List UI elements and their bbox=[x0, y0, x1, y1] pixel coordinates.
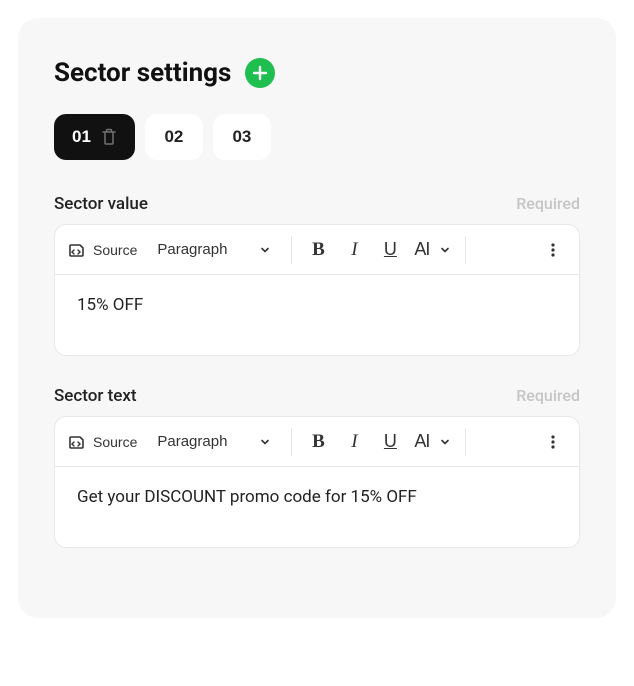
field-header: Sector value Required bbox=[54, 194, 580, 214]
bold-button[interactable]: B bbox=[300, 424, 336, 460]
bold-button[interactable]: B bbox=[300, 232, 336, 268]
sector-value-field: Sector value Required Source Paragraph bbox=[54, 194, 580, 356]
paragraph-label: Paragraph bbox=[157, 433, 227, 450]
font-button[interactable]: AI bbox=[408, 232, 457, 268]
source-icon bbox=[67, 240, 87, 260]
font-label: AI bbox=[414, 239, 429, 260]
editor-toolbar: Source Paragraph B I U AI bbox=[55, 225, 579, 275]
sector-tab-02[interactable]: 02 bbox=[145, 114, 203, 160]
chevron-down-icon bbox=[259, 436, 271, 448]
sector-text-editor: Source Paragraph B I U AI bbox=[54, 416, 580, 548]
tab-label: 03 bbox=[232, 127, 251, 147]
font-label: AI bbox=[414, 431, 429, 452]
chevron-down-icon bbox=[439, 436, 451, 448]
required-badge: Required bbox=[516, 194, 580, 213]
chevron-down-icon bbox=[439, 244, 451, 256]
paragraph-dropdown[interactable]: Paragraph bbox=[145, 232, 283, 268]
more-button[interactable] bbox=[535, 424, 571, 460]
sector-tabs: 01 02 03 bbox=[54, 114, 580, 160]
trash-icon[interactable] bbox=[101, 128, 117, 146]
sector-settings-panel: Sector settings 01 02 03 Sector value Re… bbox=[18, 18, 616, 618]
sector-text-field: Sector text Required Source Paragraph bbox=[54, 386, 580, 548]
sector-text-input[interactable]: Get your DISCOUNT promo code for 15% OFF bbox=[55, 467, 579, 547]
font-button[interactable]: AI bbox=[408, 424, 457, 460]
toolbar-separator bbox=[291, 236, 292, 264]
tab-label: 02 bbox=[164, 127, 183, 147]
tab-label: 01 bbox=[72, 127, 91, 147]
panel-title: Sector settings bbox=[54, 58, 231, 88]
plus-icon bbox=[252, 65, 268, 81]
source-button[interactable]: Source bbox=[63, 424, 145, 460]
more-vertical-icon bbox=[545, 433, 561, 451]
panel-header: Sector settings bbox=[54, 58, 580, 88]
source-label: Source bbox=[93, 434, 137, 450]
source-button[interactable]: Source bbox=[63, 232, 145, 268]
field-label: Sector value bbox=[54, 194, 148, 214]
required-badge: Required bbox=[516, 386, 580, 405]
more-button[interactable] bbox=[535, 232, 571, 268]
field-header: Sector text Required bbox=[54, 386, 580, 406]
toolbar-separator bbox=[465, 428, 466, 456]
source-icon bbox=[67, 432, 87, 452]
italic-button[interactable]: I bbox=[336, 232, 372, 268]
add-sector-button[interactable] bbox=[245, 58, 275, 88]
paragraph-dropdown[interactable]: Paragraph bbox=[145, 424, 283, 460]
more-vertical-icon bbox=[545, 241, 561, 259]
sector-tab-03[interactable]: 03 bbox=[213, 114, 271, 160]
paragraph-label: Paragraph bbox=[157, 241, 227, 258]
underline-button[interactable]: U bbox=[372, 424, 408, 460]
field-label: Sector text bbox=[54, 386, 137, 406]
toolbar-separator bbox=[465, 236, 466, 264]
sector-value-editor: Source Paragraph B I U AI bbox=[54, 224, 580, 356]
toolbar-separator bbox=[291, 428, 292, 456]
source-label: Source bbox=[93, 242, 137, 258]
sector-tab-01[interactable]: 01 bbox=[54, 114, 135, 160]
italic-button[interactable]: I bbox=[336, 424, 372, 460]
chevron-down-icon bbox=[259, 244, 271, 256]
underline-button[interactable]: U bbox=[372, 232, 408, 268]
editor-toolbar: Source Paragraph B I U AI bbox=[55, 417, 579, 467]
sector-value-input[interactable]: 15% OFF bbox=[55, 275, 579, 355]
